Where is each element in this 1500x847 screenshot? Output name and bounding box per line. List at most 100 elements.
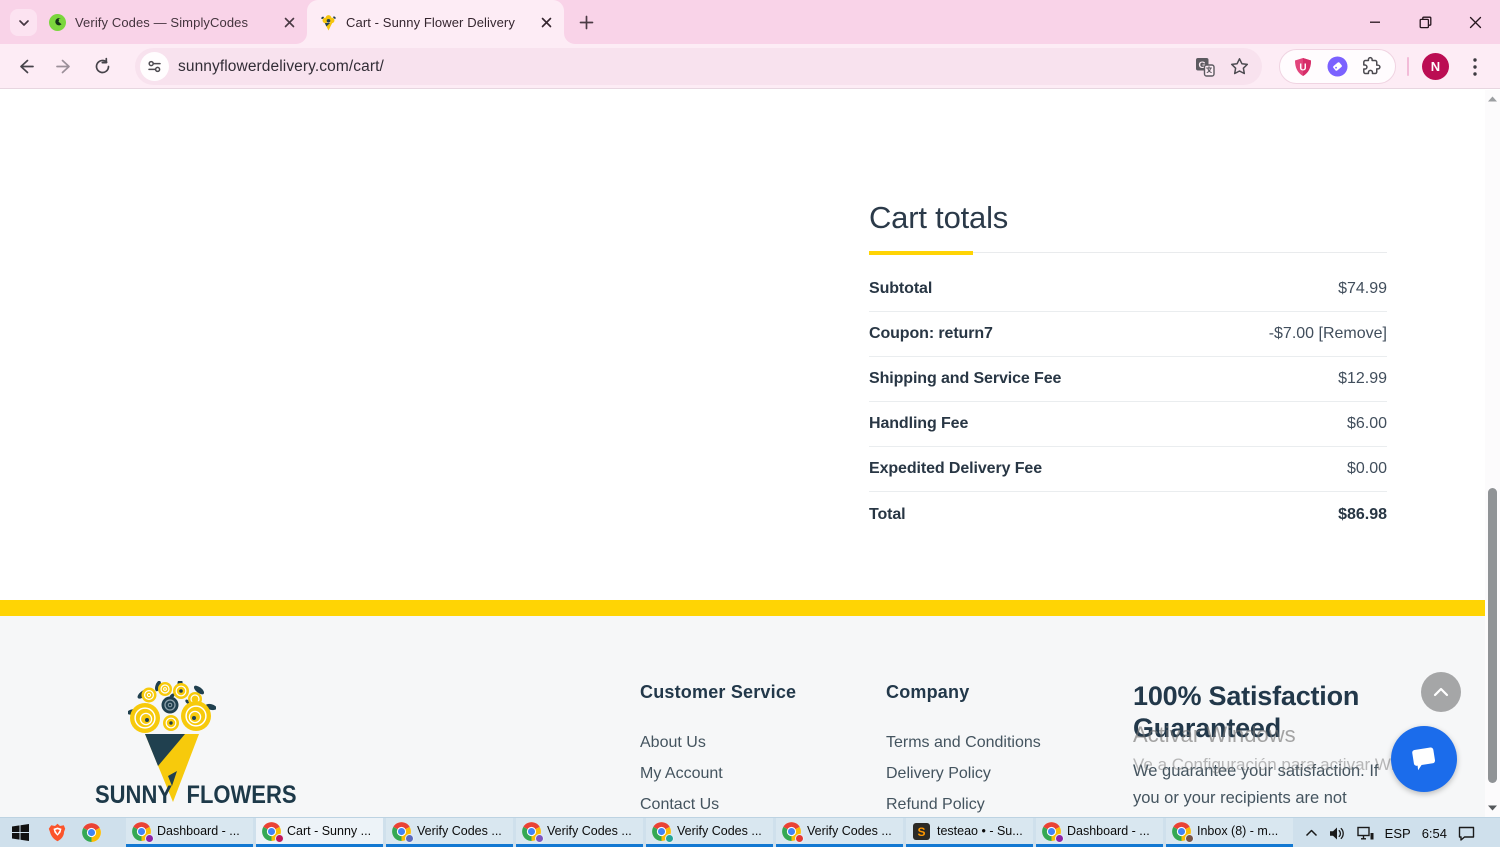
star-icon: [1230, 58, 1248, 75]
profile-badge: [795, 833, 804, 843]
back-button[interactable]: [9, 50, 42, 83]
tray-network[interactable]: [1354, 818, 1377, 847]
cart-row-handling: Handling Fee $6.00: [869, 402, 1387, 447]
minimize-icon: [1370, 21, 1380, 23]
taskbar-app-inbox[interactable]: Inbox (8) - m...: [1166, 818, 1293, 847]
start-button[interactable]: [0, 818, 40, 847]
remove-coupon-link[interactable]: [Remove]: [1319, 325, 1387, 342]
close-icon: [1469, 16, 1481, 28]
window-controls: [1350, 0, 1500, 44]
extensions-area: U: [1279, 49, 1396, 84]
simplycodes-extension-button[interactable]: [1327, 56, 1349, 78]
row-label: Shipping and Service Fee: [869, 370, 1062, 387]
taskbar-app-verify-codes-2[interactable]: Verify Codes ...: [516, 818, 643, 847]
footer-link-contact-us[interactable]: Contact Us: [640, 796, 719, 813]
taskbar-app-label: Verify Codes ...: [417, 824, 502, 838]
taskbar-app-verify-codes-4[interactable]: Verify Codes ...: [776, 818, 903, 847]
scrollbar-thumb[interactable]: [1488, 488, 1497, 783]
browser-menu-button[interactable]: [1463, 50, 1487, 83]
footer-logo[interactable]: SUNNY FLOWERS: [95, 681, 297, 809]
chat-widget-button[interactable]: [1391, 726, 1457, 792]
url-text[interactable]: sunnyflowerdelivery.com/cart/: [178, 58, 1188, 76]
plus-icon: [579, 15, 594, 30]
window-minimize-button[interactable]: [1350, 0, 1400, 44]
tray-action-center[interactable]: [1455, 818, 1478, 847]
taskbar-app-verify-codes-3[interactable]: Verify Codes ...: [646, 818, 773, 847]
taskbar-app-dashboard-1[interactable]: Dashboard - ...: [126, 818, 253, 847]
footer-link-about-us[interactable]: About Us: [640, 734, 706, 751]
taskbar-app-label: Inbox (8) - m...: [1197, 824, 1279, 838]
tab-verify-codes[interactable]: Verify Codes — SimplyCodes: [44, 0, 307, 44]
tab-title: Cart - Sunny Flower Delivery: [346, 14, 515, 30]
page-scrollbar[interactable]: [1485, 90, 1500, 817]
row-label: Total: [869, 505, 906, 523]
site-info-button[interactable]: [140, 52, 169, 81]
chrome-icon: [1172, 821, 1194, 843]
taskbar-app-label: Cart - Sunny ...: [287, 824, 372, 838]
forward-arrow-icon: [56, 59, 70, 74]
profile-badge: [1055, 833, 1064, 843]
browser-tab-strip: Verify Codes — SimplyCodes Cart - Sunny …: [0, 0, 1500, 44]
footer-satisfaction-column: 100% Satisfaction Guaranteed We guarante…: [1133, 680, 1391, 812]
forward-button[interactable]: [48, 50, 81, 83]
simplycodes-favicon: [49, 13, 66, 31]
row-value: $0.00: [1346, 460, 1387, 477]
profile-badge: [665, 833, 674, 843]
chrome-taskbar-icon[interactable]: [74, 818, 108, 847]
scrollbar-down-arrow[interactable]: [1485, 801, 1500, 815]
cart-row-subtotal: Subtotal $74.99: [869, 267, 1387, 312]
chat-bubble-icon: [1412, 747, 1435, 771]
taskbar-app-label: Dashboard - ...: [157, 824, 240, 838]
satisfaction-heading: 100% Satisfaction Guaranteed: [1133, 681, 1360, 743]
chevron-up-icon: [1305, 829, 1317, 837]
tray-clock[interactable]: 6:54: [1419, 818, 1450, 847]
new-tab-button[interactable]: [573, 9, 600, 36]
sublime-text-icon: S: [912, 822, 931, 841]
translate-icon: G: [1196, 57, 1215, 77]
tab-cart-sunny-flower[interactable]: Cart - Sunny Flower Delivery: [307, 0, 575, 44]
tray-volume[interactable]: [1326, 818, 1349, 847]
scroll-to-top-button[interactable]: [1421, 672, 1461, 712]
tray-show-hidden-icons[interactable]: [1302, 818, 1321, 847]
taskbar-app-dashboard-2[interactable]: Dashboard - ...: [1036, 818, 1163, 847]
row-value: $86.98: [1338, 505, 1387, 523]
row-value: $12.99: [1338, 370, 1387, 387]
chrome-icon: [522, 821, 544, 843]
tab-close-button[interactable]: [537, 13, 555, 31]
logo-word-flowers: FLOWERS: [186, 781, 297, 809]
taskbar-app-sublime[interactable]: S testeao • - Su...: [906, 818, 1033, 847]
footer-link-refund-policy[interactable]: Refund Policy: [886, 796, 985, 813]
chevron-up-icon: [1433, 687, 1449, 697]
footer-link-delivery-policy[interactable]: Delivery Policy: [886, 765, 991, 782]
taskbar-app-verify-codes-1[interactable]: Verify Codes ...: [386, 818, 513, 847]
tray-language[interactable]: ESP: [1382, 818, 1414, 847]
chrome-icon: [652, 821, 674, 843]
system-tray: ESP 6:54: [1302, 818, 1478, 847]
footer-link-my-account[interactable]: My Account: [640, 765, 723, 782]
browser-toolbar: sunnyflowerdelivery.com/cart/ G U N: [0, 44, 1500, 89]
taskbar-app-label: Verify Codes ...: [677, 824, 762, 838]
tab-search-button[interactable]: [10, 9, 37, 36]
bookmark-button[interactable]: [1222, 50, 1256, 84]
window-close-button[interactable]: [1450, 0, 1500, 44]
reload-button[interactable]: [86, 50, 119, 83]
window-restore-button[interactable]: [1400, 0, 1450, 44]
address-bar[interactable]: sunnyflowerdelivery.com/cart/ G: [135, 48, 1262, 85]
scrollbar-up-arrow[interactable]: [1485, 92, 1500, 106]
footer-column-heading: Customer Service: [640, 682, 797, 702]
ublock-extension-button[interactable]: U: [1292, 56, 1314, 78]
svg-text:S: S: [917, 825, 925, 839]
profile-avatar[interactable]: N: [1422, 53, 1449, 80]
footer-customer-service-column: Customer Service About Us My Account Con…: [640, 682, 796, 817]
cart-row-coupon: Coupon: return7 -$7.00 [Remove]: [869, 312, 1387, 357]
footer-link-terms[interactable]: Terms and Conditions: [886, 734, 1041, 751]
site-settings-icon: [148, 60, 161, 73]
brave-taskbar-icon[interactable]: [40, 818, 74, 847]
tab-close-button[interactable]: [280, 13, 298, 31]
cart-row-shipping: Shipping and Service Fee $12.99: [869, 357, 1387, 402]
simplycodes-tag-icon: [1327, 56, 1348, 77]
cart-totals-title: Cart totals: [869, 200, 1009, 235]
translate-button[interactable]: G: [1188, 50, 1222, 84]
taskbar-app-cart-sunny[interactable]: Cart - Sunny ...: [256, 818, 383, 847]
extensions-menu-button[interactable]: [1361, 56, 1383, 78]
